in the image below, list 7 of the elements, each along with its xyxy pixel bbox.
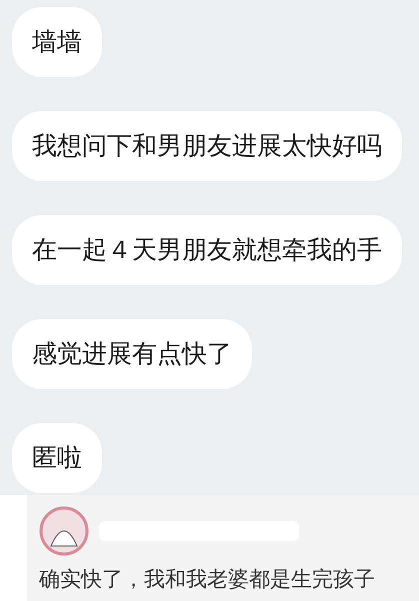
comment-text: 确实快了，我和我老婆都是生完孩子 xyxy=(39,566,376,593)
avatar-icon xyxy=(39,506,89,556)
message-bubble: 在一起４天男朋友就想牵我的手 xyxy=(12,215,402,285)
message-bubble: 我想问下和男朋友进展太快好吗 xyxy=(12,111,402,181)
message-bubble: 墙墙 xyxy=(12,7,102,77)
message-bubble: 感觉进展有点快了 xyxy=(12,319,252,389)
message-bubble: 匿啦 xyxy=(12,423,102,493)
